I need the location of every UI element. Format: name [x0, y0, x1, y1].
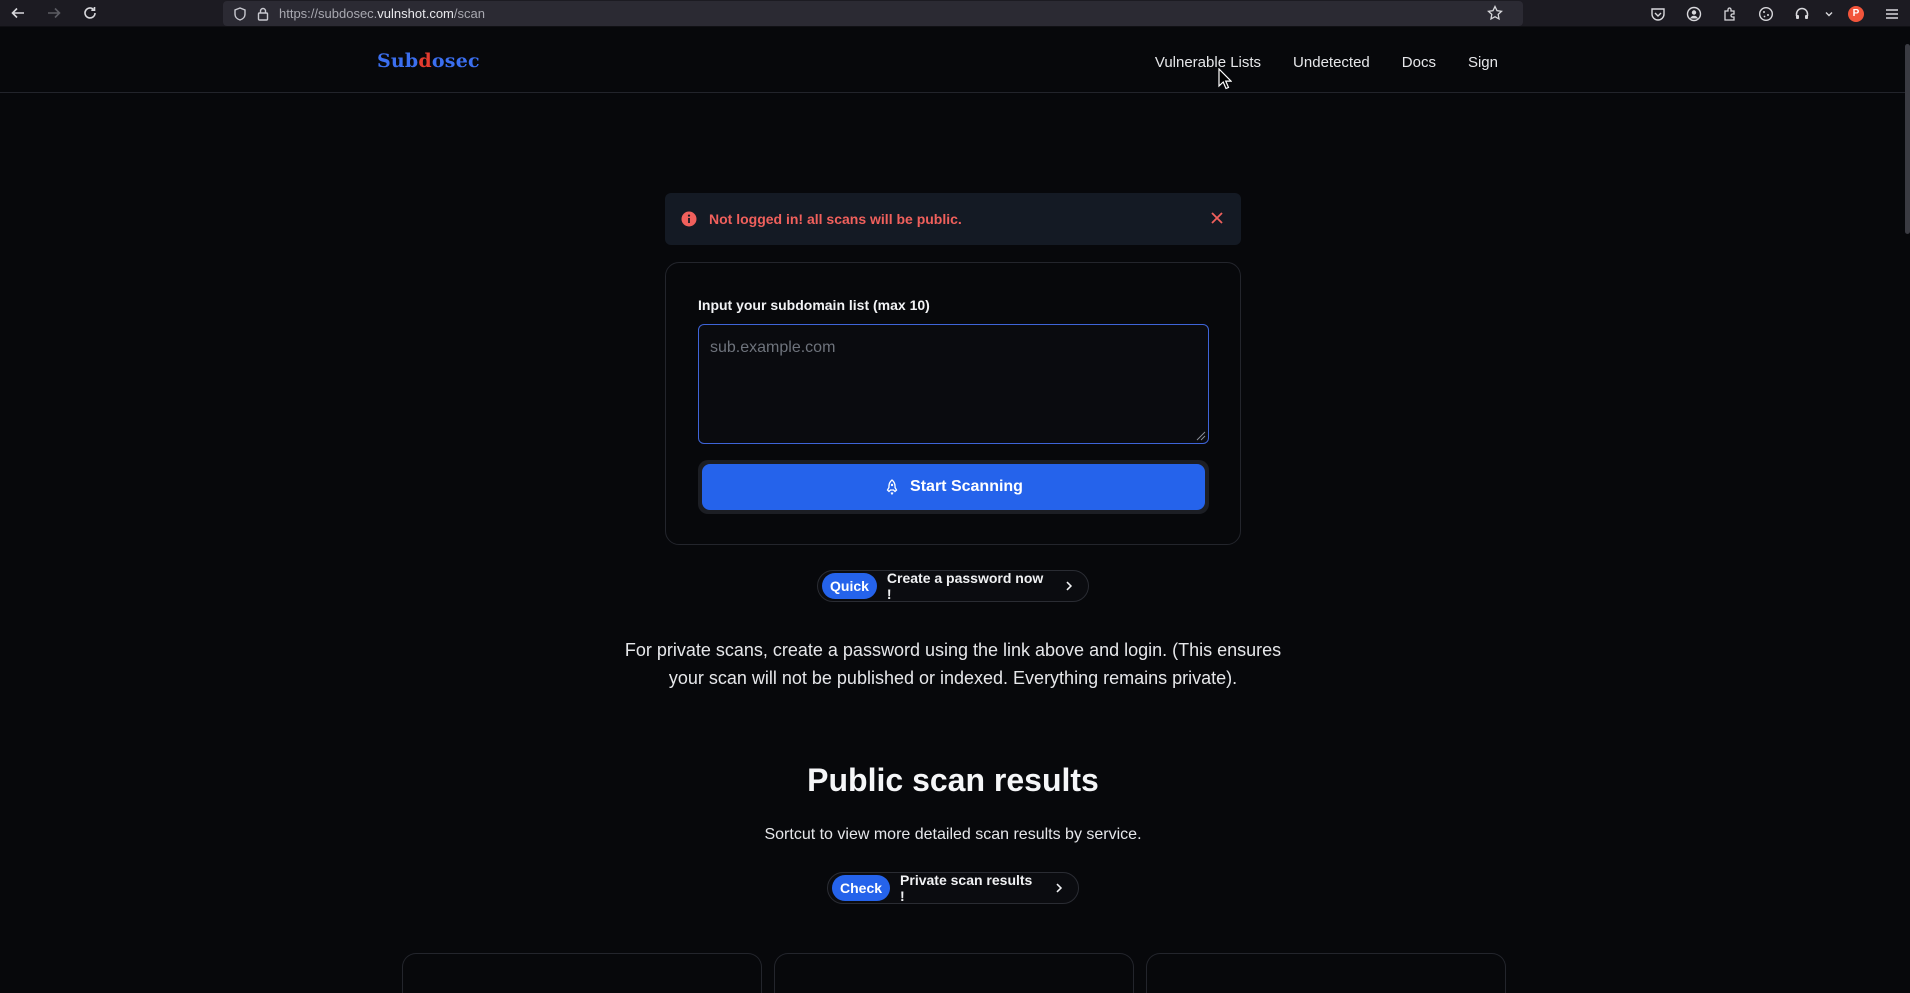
start-scanning-button-wrapper: Start Scanning	[698, 460, 1209, 514]
site-header: Subdosec Vulnerable Lists Undetected Doc…	[0, 28, 1910, 93]
subdomain-input-label: Input your subdomain list (max 10)	[698, 297, 930, 313]
create-password-text: Create a password now !	[886, 570, 1044, 602]
close-icon[interactable]	[1209, 210, 1225, 226]
url-prefix: https://subdosec.	[279, 6, 378, 21]
private-results-link[interactable]: Check Private scan results !	[827, 872, 1079, 904]
site-logo[interactable]: Subdosec	[377, 50, 480, 72]
page-scrollbar[interactable]	[1905, 44, 1910, 234]
chevron-right-icon	[1056, 883, 1063, 893]
arrow-right-icon	[48, 7, 61, 19]
alert-message: Not logged in! all scans will be public.	[709, 211, 962, 227]
public-results-title: Public scan results	[807, 762, 1099, 798]
create-password-link[interactable]: Quick Create a password now !	[817, 570, 1089, 602]
profile-extension-button[interactable]: P	[1838, 0, 1874, 27]
result-card[interactable]	[1146, 953, 1506, 993]
logo-part-2: d	[418, 50, 432, 72]
info-icon	[681, 211, 697, 227]
extension-dropdown[interactable]	[1820, 0, 1838, 27]
bookmark-star-icon[interactable]	[1487, 5, 1503, 21]
headset-icon	[1795, 7, 1809, 19]
account-icon	[1686, 6, 1702, 21]
pocket-button[interactable]	[1640, 0, 1676, 27]
cookie-extension-button[interactable]	[1748, 0, 1784, 27]
public-results-subtitle: Sortcut to view more detailed scan resul…	[764, 826, 1142, 843]
back-button[interactable]	[0, 0, 36, 27]
reload-icon	[84, 7, 96, 19]
sync-extension-button[interactable]	[1784, 0, 1820, 27]
lock-icon	[257, 7, 269, 21]
browser-extension-icons: P	[1640, 0, 1910, 27]
menu-button[interactable]	[1874, 0, 1910, 27]
arrow-left-icon	[11, 7, 24, 19]
private-scan-info: For private scans, create a password usi…	[624, 640, 1282, 688]
check-badge: Check	[832, 875, 891, 901]
mouse-cursor-icon	[1218, 68, 1232, 90]
nav-sign[interactable]: Sign	[1468, 54, 1498, 71]
private-results-text: Private scan results !	[900, 872, 1033, 904]
logo-part-3: osec	[431, 50, 480, 72]
reload-button[interactable]	[72, 0, 108, 27]
address-bar[interactable]: https://subdosec. vulnshot.com/scan	[223, 1, 1523, 26]
scan-form-card: Input your subdomain list (max 10) Start…	[665, 262, 1241, 545]
main-nav: Vulnerable Lists Undetected Docs Sign	[1155, 54, 1498, 71]
browser-toolbar: https://subdosec. vulnshot.com/scan P	[0, 0, 1910, 27]
url-path: /scan	[453, 6, 485, 21]
forward-button[interactable]	[36, 0, 72, 27]
start-scanning-button[interactable]: Start Scanning	[702, 464, 1205, 510]
logo-part-1: Sub	[377, 50, 419, 72]
url-host: vulnshot.com	[377, 6, 454, 21]
shield-icon	[234, 6, 246, 21]
subdomain-input[interactable]	[698, 324, 1209, 444]
chevron-right-icon	[1066, 581, 1073, 591]
start-scanning-label: Start Scanning	[910, 478, 1023, 495]
hamburger-menu-icon	[1886, 8, 1898, 19]
chevron-down-icon	[1825, 11, 1833, 16]
nav-vulnerable-lists[interactable]: Vulnerable Lists	[1155, 54, 1261, 71]
rocket-icon	[886, 479, 898, 495]
cookie-icon	[1758, 6, 1774, 21]
account-button[interactable]	[1676, 0, 1712, 27]
result-card[interactable]	[402, 953, 762, 993]
pocket-icon	[1651, 7, 1665, 21]
resize-handle-icon[interactable]	[1196, 431, 1206, 441]
puzzle-icon	[1724, 6, 1735, 21]
quick-badge: Quick	[822, 573, 877, 599]
result-card[interactable]	[774, 953, 1134, 993]
nav-undetected[interactable]: Undetected	[1293, 54, 1370, 71]
profile-avatar-icon: P	[1848, 5, 1864, 22]
nav-docs[interactable]: Docs	[1402, 54, 1436, 71]
not-logged-in-alert: Not logged in! all scans will be public.	[665, 193, 1241, 245]
extensions-button[interactable]	[1712, 0, 1748, 27]
